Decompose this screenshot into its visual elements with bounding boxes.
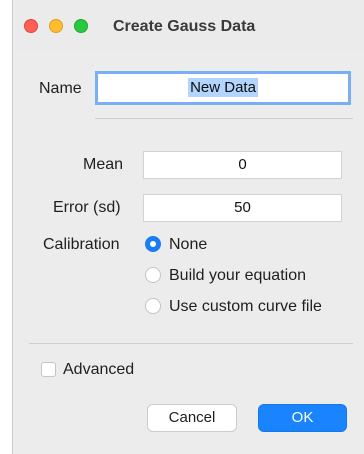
create-gauss-data-window: Create Gauss Data Name New Data Mean 0 E… <box>12 0 364 454</box>
calibration-none-radio[interactable] <box>145 236 161 252</box>
calibration-label: Calibration <box>43 236 120 253</box>
separator-top <box>95 118 353 119</box>
separator-bottom <box>29 343 353 344</box>
calibration-custom-curve-label[interactable]: Use custom curve file <box>169 298 322 316</box>
error-sd-field[interactable]: 50 <box>143 194 342 222</box>
error-sd-label: Error (sd) <box>53 199 121 216</box>
name-field[interactable]: New Data <box>95 71 351 105</box>
calibration-build-equation-label[interactable]: Build your equation <box>169 267 306 285</box>
cancel-button[interactable]: Cancel <box>147 404 237 432</box>
name-field-value: New Data <box>188 78 258 97</box>
calibration-build-equation-radio[interactable] <box>145 267 161 283</box>
mean-field[interactable]: 0 <box>143 151 342 179</box>
ok-button[interactable]: OK <box>258 404 347 432</box>
window-title: Create Gauss Data <box>113 18 256 35</box>
calibration-none-label[interactable]: None <box>169 236 207 254</box>
name-label: Name <box>39 80 82 97</box>
mean-field-value: 0 <box>238 156 247 173</box>
advanced-checkbox[interactable] <box>41 362 56 377</box>
calibration-custom-curve-radio[interactable] <box>145 298 161 314</box>
maximize-window-icon[interactable] <box>74 19 88 33</box>
title-bar[interactable]: Create Gauss Data <box>13 0 364 52</box>
close-window-icon[interactable] <box>24 19 38 33</box>
advanced-label[interactable]: Advanced <box>63 361 134 379</box>
mean-label: Mean <box>83 156 124 173</box>
error-sd-field-value: 50 <box>234 199 251 216</box>
minimize-window-icon[interactable] <box>49 19 63 33</box>
